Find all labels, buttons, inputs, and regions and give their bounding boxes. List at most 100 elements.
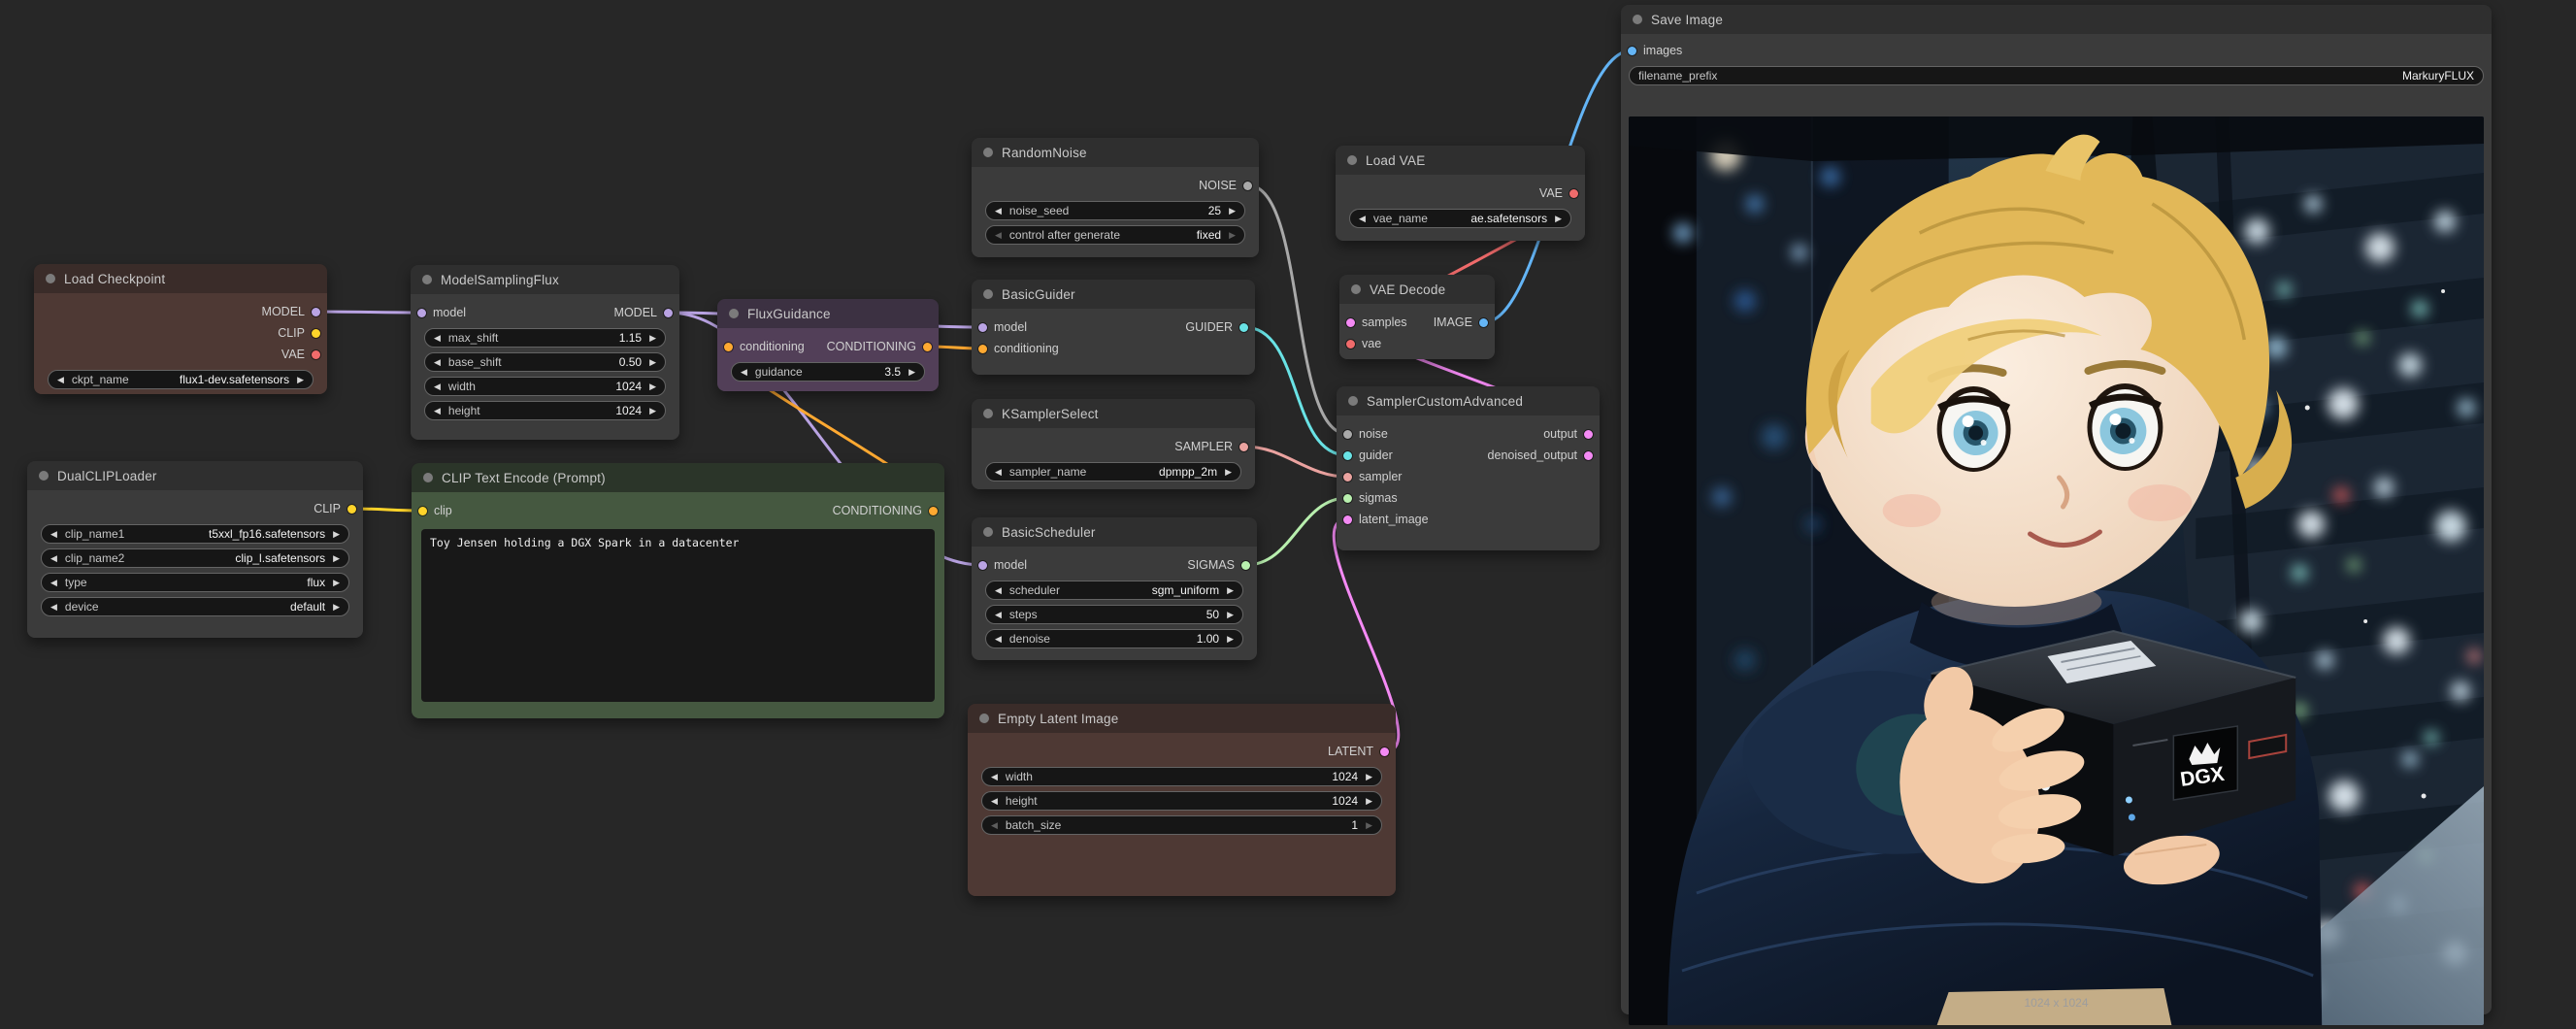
node-header[interactable]: DualCLIPLoader <box>27 461 363 490</box>
node-header[interactable]: ModelSamplingFlux <box>411 265 679 294</box>
output-slot-noise[interactable] <box>1243 182 1252 190</box>
arrow-left-icon[interactable]: ◀ <box>995 207 1002 216</box>
arrow-right-icon[interactable]: ▶ <box>333 530 340 539</box>
widget-denoise[interactable]: ◀ denoise 1.00 ▶ <box>985 629 1243 648</box>
node-model-sampling-flux[interactable]: ModelSamplingFlux model MODEL ◀ max_shif… <box>411 265 679 440</box>
arrow-right-icon[interactable]: ▶ <box>1225 468 1232 477</box>
input-slot-latent-image[interactable] <box>1343 515 1352 524</box>
input-slot-conditioning[interactable] <box>724 343 733 351</box>
arrow-left-icon[interactable]: ◀ <box>50 603 57 612</box>
arrow-right-icon[interactable]: ▶ <box>649 334 656 343</box>
arrow-right-icon[interactable]: ▶ <box>1366 773 1372 781</box>
arrow-left-icon[interactable]: ◀ <box>57 376 64 384</box>
input-slot-images[interactable] <box>1628 47 1636 55</box>
input-slot-sigmas[interactable] <box>1343 494 1352 503</box>
arrow-right-icon[interactable]: ▶ <box>1227 611 1234 619</box>
widget-device[interactable]: ◀ device default ▶ <box>41 597 349 616</box>
arrow-right-icon[interactable]: ▶ <box>649 382 656 391</box>
widget-max-shift[interactable]: ◀ max_shift 1.15 ▶ <box>424 328 666 348</box>
collapse-dot-icon[interactable] <box>1347 155 1357 165</box>
node-flux-guidance[interactable]: FluxGuidance conditioning CONDITIONING ◀… <box>717 299 939 391</box>
arrow-right-icon[interactable]: ▶ <box>1366 821 1372 830</box>
widget-height[interactable]: ◀ height 1024 ▶ <box>981 791 1382 811</box>
widget-guidance[interactable]: ◀ guidance 3.5 ▶ <box>731 362 925 382</box>
node-vae-decode[interactable]: VAE Decode samples IMAGE vae <box>1339 275 1495 359</box>
node-header[interactable]: FluxGuidance <box>717 299 939 328</box>
collapse-dot-icon[interactable] <box>46 274 55 283</box>
collapse-dot-icon[interactable] <box>729 309 739 318</box>
arrow-right-icon[interactable]: ▶ <box>1229 207 1236 216</box>
arrow-right-icon[interactable]: ▶ <box>1229 231 1236 240</box>
node-header[interactable]: BasicGuider <box>972 280 1255 309</box>
node-header[interactable]: Load VAE <box>1336 146 1585 175</box>
widget-sampler-name[interactable]: ◀ sampler_name dpmpp_2m ▶ <box>985 462 1241 481</box>
node-basic-guider[interactable]: BasicGuider model GUIDER conditioning <box>972 280 1255 375</box>
widget-steps[interactable]: ◀ steps 50 ▶ <box>985 605 1243 624</box>
output-slot-guider[interactable] <box>1239 323 1248 332</box>
node-load-checkpoint[interactable]: Load Checkpoint MODEL CLIP VAE ◀ ckpt_na… <box>34 264 327 394</box>
output-slot-sampler[interactable] <box>1239 443 1248 451</box>
collapse-dot-icon[interactable] <box>983 289 993 299</box>
widget-control-after-generate[interactable]: ◀ control after generate fixed ▶ <box>985 225 1245 245</box>
output-slot-model[interactable] <box>664 309 673 317</box>
node-empty-latent-image[interactable]: Empty Latent Image LATENT ◀ width 1024 ▶… <box>968 704 1396 896</box>
arrow-left-icon[interactable]: ◀ <box>995 231 1002 240</box>
input-slot-clip[interactable] <box>418 507 427 515</box>
arrow-left-icon[interactable]: ◀ <box>434 407 441 415</box>
output-slot-denoised-output[interactable] <box>1584 451 1593 460</box>
node-header[interactable]: VAE Decode <box>1339 275 1495 304</box>
output-slot-model[interactable] <box>312 308 320 316</box>
node-save-image[interactable]: Save Image images filename_prefix Markur… <box>1621 5 2492 1014</box>
arrow-right-icon[interactable]: ▶ <box>1366 797 1372 806</box>
output-slot-sigmas[interactable] <box>1241 561 1250 570</box>
output-slot-vae[interactable] <box>1569 189 1578 198</box>
widget-base-shift[interactable]: ◀ base_shift 0.50 ▶ <box>424 352 666 372</box>
output-slot-clip[interactable] <box>347 505 356 514</box>
input-slot-vae[interactable] <box>1346 340 1355 349</box>
node-header[interactable]: KSamplerSelect <box>972 399 1255 428</box>
node-clip-text-encode[interactable]: CLIP Text Encode (Prompt) clip CONDITION… <box>412 463 944 718</box>
collapse-dot-icon[interactable] <box>983 409 993 418</box>
collapse-dot-icon[interactable] <box>979 714 989 723</box>
widget-width[interactable]: ◀ width 1024 ▶ <box>424 377 666 396</box>
output-slot-image[interactable] <box>1479 318 1488 327</box>
output-slot-output[interactable] <box>1584 430 1593 439</box>
arrow-left-icon[interactable]: ◀ <box>434 382 441 391</box>
node-header[interactable]: RandomNoise <box>972 138 1259 167</box>
arrow-right-icon[interactable]: ▶ <box>333 554 340 563</box>
node-header[interactable]: CLIP Text Encode (Prompt) <box>412 463 944 492</box>
output-slot-conditioning[interactable] <box>923 343 932 351</box>
node-random-noise[interactable]: RandomNoise NOISE ◀ noise_seed 25 ▶ ◀ co… <box>972 138 1259 257</box>
widget-ckpt-name[interactable]: ◀ ckpt_name flux1-dev.safetensors ▶ <box>48 370 314 389</box>
node-graph-canvas[interactable]: Load Checkpoint MODEL CLIP VAE ◀ ckpt_na… <box>0 0 2576 1029</box>
node-dual-clip-loader[interactable]: DualCLIPLoader CLIP ◀ clip_name1 t5xxl_f… <box>27 461 363 638</box>
input-slot-conditioning[interactable] <box>978 345 987 353</box>
widget-scheduler[interactable]: ◀ scheduler sgm_uniform ▶ <box>985 581 1243 600</box>
arrow-right-icon[interactable]: ▶ <box>333 579 340 587</box>
arrow-left-icon[interactable]: ◀ <box>741 368 747 377</box>
arrow-left-icon[interactable]: ◀ <box>995 468 1002 477</box>
node-header[interactable]: Load Checkpoint <box>34 264 327 293</box>
collapse-dot-icon[interactable] <box>423 473 433 482</box>
widget-clip-name2[interactable]: ◀ clip_name2 clip_l.safetensors ▶ <box>41 548 349 568</box>
arrow-left-icon[interactable]: ◀ <box>50 579 57 587</box>
arrow-left-icon[interactable]: ◀ <box>50 554 57 563</box>
widget-type[interactable]: ◀ type flux ▶ <box>41 573 349 592</box>
arrow-left-icon[interactable]: ◀ <box>991 773 998 781</box>
arrow-right-icon[interactable]: ▶ <box>908 368 915 377</box>
collapse-dot-icon[interactable] <box>1351 284 1361 294</box>
node-header[interactable]: BasicScheduler <box>972 517 1257 547</box>
output-slot-conditioning[interactable] <box>929 507 938 515</box>
output-slot-vae[interactable] <box>312 350 320 359</box>
arrow-left-icon[interactable]: ◀ <box>995 611 1002 619</box>
input-slot-sampler[interactable] <box>1343 473 1352 481</box>
node-load-vae[interactable]: Load VAE VAE ◀ vae_name ae.safetensors ▶ <box>1336 146 1585 241</box>
collapse-dot-icon[interactable] <box>1348 396 1358 406</box>
collapse-dot-icon[interactable] <box>983 148 993 157</box>
node-header[interactable]: Save Image <box>1621 5 2492 34</box>
arrow-left-icon[interactable]: ◀ <box>50 530 57 539</box>
arrow-left-icon[interactable]: ◀ <box>434 334 441 343</box>
arrow-right-icon[interactable]: ▶ <box>649 407 656 415</box>
widget-clip-name1[interactable]: ◀ clip_name1 t5xxl_fp16.safetensors ▶ <box>41 524 349 544</box>
output-slot-clip[interactable] <box>312 329 320 338</box>
